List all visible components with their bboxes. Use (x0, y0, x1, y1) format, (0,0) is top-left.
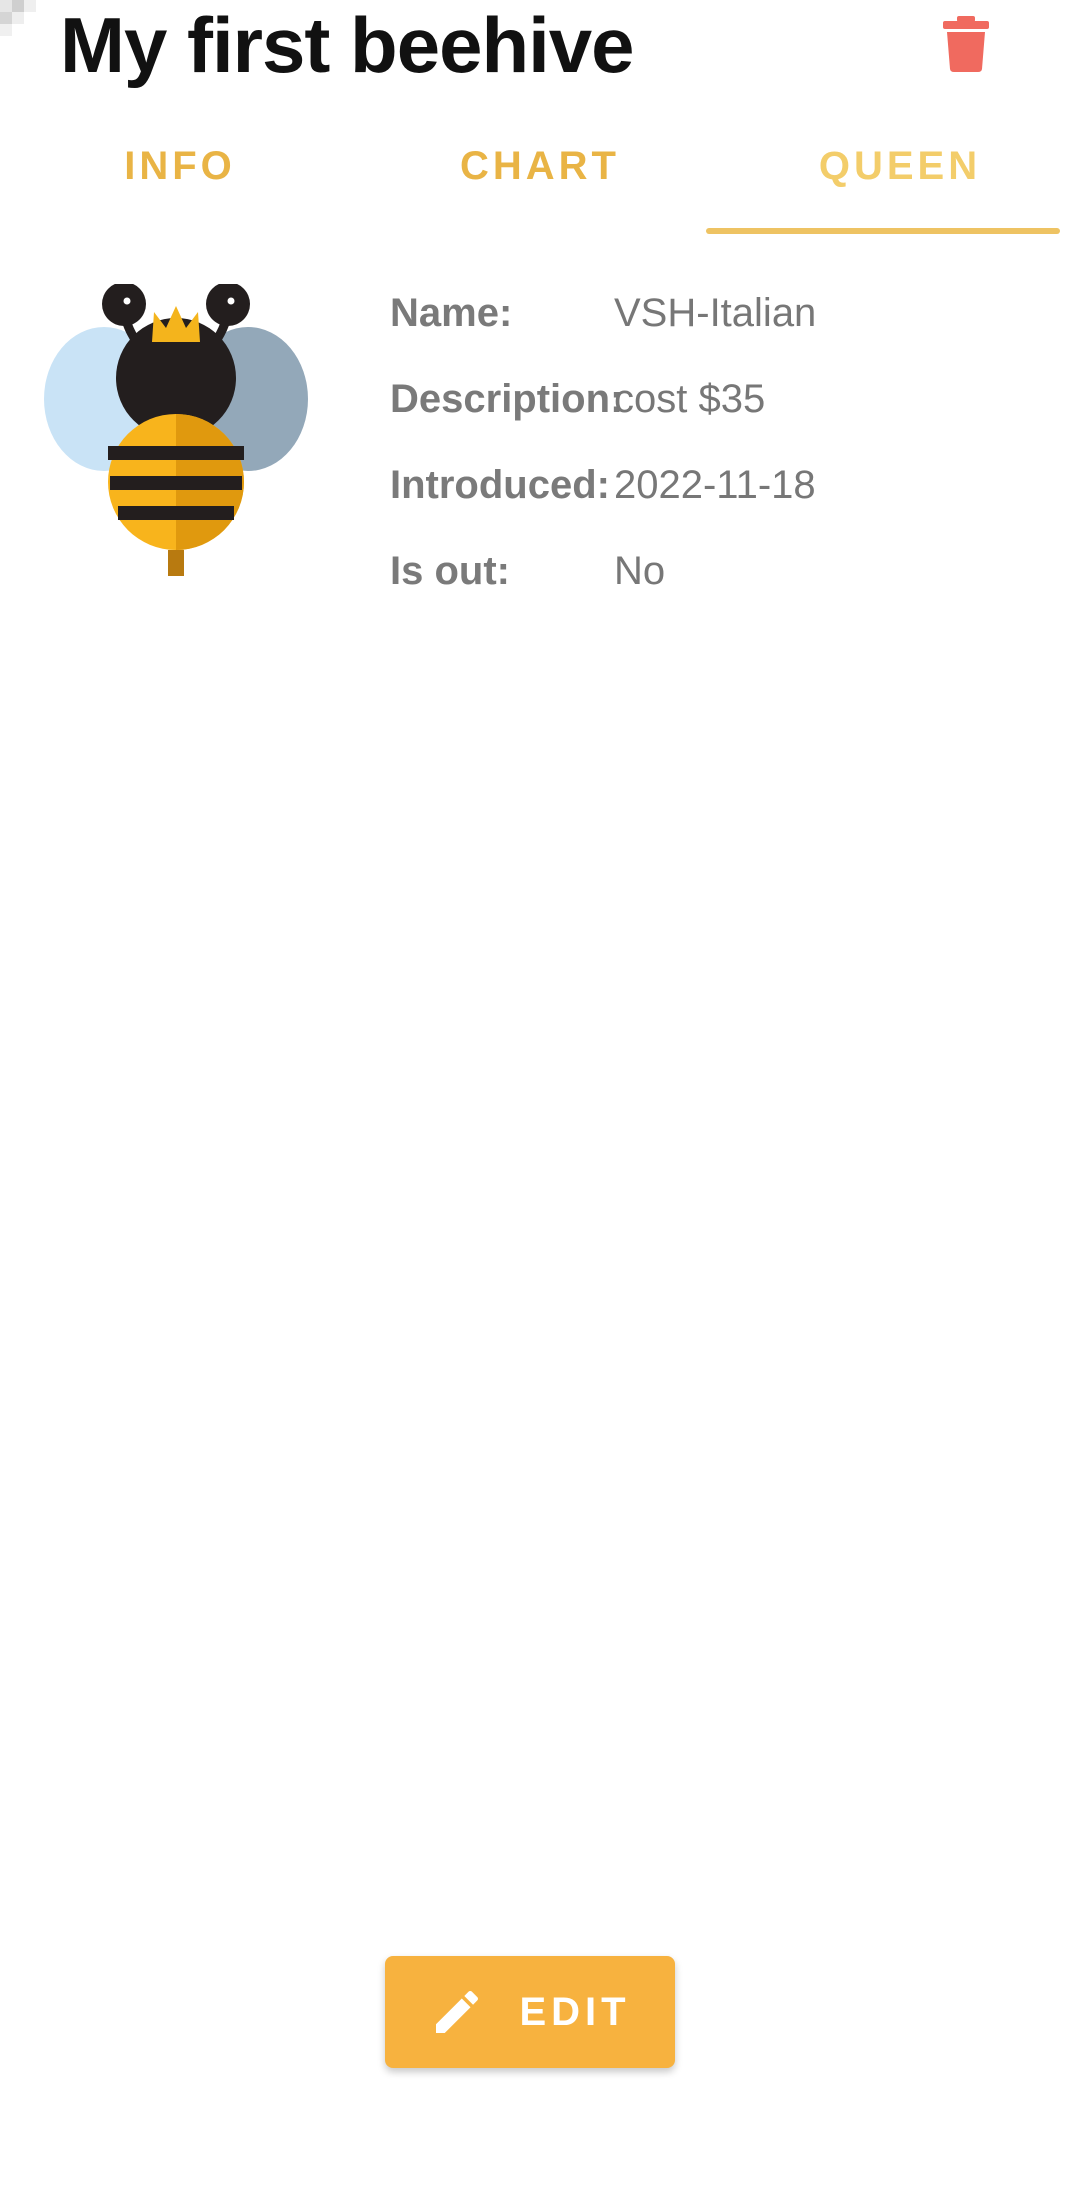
field-value-name: VSH-Italian (614, 290, 817, 335)
tab-bar: INFO CHART QUEEN (0, 120, 1080, 238)
field-row-is-out: Is out: No (390, 528, 1070, 614)
edit-button[interactable]: EDIT (385, 1956, 675, 2068)
page-title: My first beehive (60, 1, 635, 89)
delete-button[interactable] (930, 8, 1002, 80)
pencil-icon (429, 1984, 485, 2040)
tab-chart[interactable]: CHART (360, 120, 720, 212)
trash-icon (943, 16, 989, 72)
active-tab-indicator (706, 228, 1060, 234)
queen-screen: My first beehive INFO CHART QUEEN Name: … (0, 0, 1080, 2200)
field-value-is-out: No (614, 548, 666, 593)
field-value-description: cost $35 (614, 376, 766, 421)
field-row-description: Description: cost $35 (390, 356, 1070, 442)
field-label-is-out: Is out: (390, 548, 510, 593)
field-value-introduced: 2022-11-18 (614, 462, 816, 507)
app-header: My first beehive (0, 0, 1080, 100)
edit-label: EDIT (519, 1989, 631, 2034)
tab-queen[interactable]: QUEEN (720, 120, 1080, 212)
tab-info[interactable]: INFO (0, 120, 360, 212)
queen-fields: Name: VSH-Italian Description: cost $35 … (390, 270, 1070, 614)
field-row-name: Name: VSH-Italian (390, 270, 1070, 356)
queen-bee-icon (26, 282, 326, 594)
field-row-introduced: Introduced: 2022-11-18 (390, 442, 1070, 528)
field-label-name: Name: (390, 290, 513, 335)
field-label-introduced: Introduced: (390, 462, 610, 507)
field-label-description: Description: (390, 376, 624, 421)
